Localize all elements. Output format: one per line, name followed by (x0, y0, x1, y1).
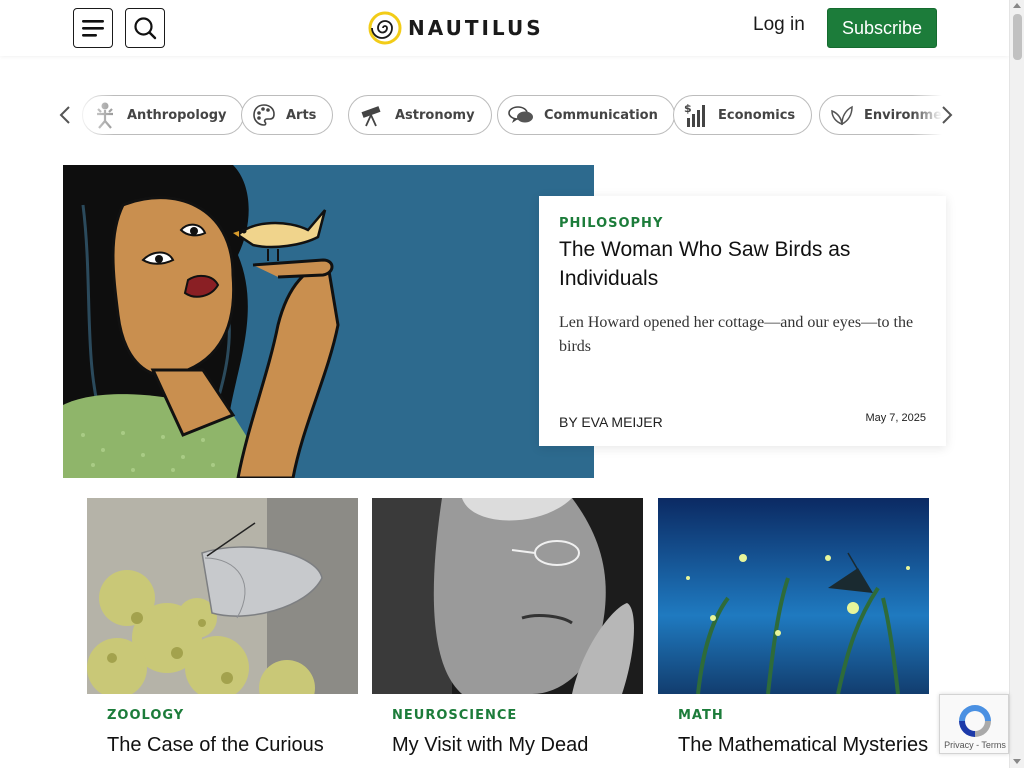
topic-label: Astronomy (395, 107, 475, 123)
article-image[interactable] (87, 498, 358, 694)
logo-wordmark: NAUTILUS (408, 16, 544, 40)
topic-chip-economics[interactable]: $ Economics (673, 95, 813, 135)
article-category[interactable]: ZOOLOGY (107, 708, 358, 723)
topic-label: Communication (544, 107, 658, 123)
article-card: ZOOLOGY The Case of the Curious (87, 498, 358, 759)
topics-next-button[interactable] (938, 103, 956, 127)
palette-icon (253, 104, 275, 126)
topics-fade-left (74, 95, 114, 135)
article-byline[interactable]: BY EVA MEIJER (559, 414, 663, 430)
leaf-icon (831, 105, 853, 126)
featured-article-card: PHILOSOPHY The Woman Who Saw Birds as In… (539, 196, 946, 446)
topics-carousel: Anthropology Arts Astronomy Communicatio… (56, 95, 960, 135)
article-card: MATH The Mathematical Mysteries (658, 498, 929, 759)
article-category[interactable]: NEUROSCIENCE (392, 708, 643, 723)
svg-text:$: $ (684, 102, 692, 115)
bar-chart-dollar-icon: $ (684, 102, 705, 127)
menu-button[interactable] (73, 8, 113, 48)
article-title[interactable]: My Visit with My Dead (392, 731, 643, 759)
topic-chip-astronomy[interactable]: Astronomy (348, 95, 492, 135)
scroll-up-arrow-icon[interactable] (1013, 3, 1021, 8)
topic-chip-arts[interactable]: Arts (241, 95, 334, 135)
recaptcha-badge[interactable]: Privacy - Terms (939, 694, 1009, 754)
page-scrollbar[interactable] (1009, 0, 1024, 768)
article-card: NEUROSCIENCE My Visit with My Dead (372, 498, 643, 759)
scroll-thumb[interactable] (1013, 14, 1022, 60)
topics-prev-button[interactable] (56, 103, 74, 127)
search-button[interactable] (125, 8, 165, 48)
search-icon (134, 17, 157, 40)
telescope-icon (361, 106, 381, 127)
hamburger-icon (82, 20, 104, 37)
hero-illustration[interactable] (63, 165, 594, 478)
article-title[interactable]: The Mathematical Mysteries (678, 731, 929, 759)
article-image[interactable] (658, 498, 929, 694)
butterfly-photo (87, 498, 358, 694)
recaptcha-logo-icon (959, 705, 991, 737)
nautilus-logo[interactable]: NAUTILUS (368, 11, 544, 45)
chevron-right-icon (942, 106, 953, 124)
article-dek: Len Howard opened her cottage—and our ey… (559, 314, 914, 355)
elderly-man-photo (372, 498, 643, 694)
login-link[interactable]: Log in (753, 14, 805, 36)
article-category[interactable]: MATH (678, 708, 929, 723)
fireflies-photo (658, 498, 929, 694)
article-title[interactable]: The Case of the Curious (107, 731, 358, 759)
subscribe-button[interactable]: Subscribe (827, 8, 937, 48)
speech-bubbles-icon (508, 106, 533, 123)
site-header: NAUTILUS Log in Subscribe (0, 0, 1009, 56)
article-category[interactable]: PHILOSOPHY (559, 216, 926, 231)
topic-label: Arts (286, 107, 317, 123)
topic-label: Economics (718, 107, 796, 123)
topic-label: Anthropology (127, 107, 227, 123)
nautilus-spiral-icon (368, 11, 402, 45)
woman-with-bird-illustration (63, 165, 594, 478)
topic-chip-communication[interactable]: Communication (497, 95, 675, 135)
recaptcha-privacy-terms[interactable]: Privacy - Terms (940, 740, 1010, 750)
scroll-down-arrow-icon[interactable] (1013, 759, 1021, 764)
article-image[interactable] (372, 498, 643, 694)
chevron-left-icon (59, 106, 70, 124)
topics-track: Anthropology Arts Astronomy Communicatio… (74, 95, 942, 135)
article-date: May 7, 2025 (865, 412, 926, 424)
article-title[interactable]: The Woman Who Saw Birds as Individuals (559, 235, 926, 293)
